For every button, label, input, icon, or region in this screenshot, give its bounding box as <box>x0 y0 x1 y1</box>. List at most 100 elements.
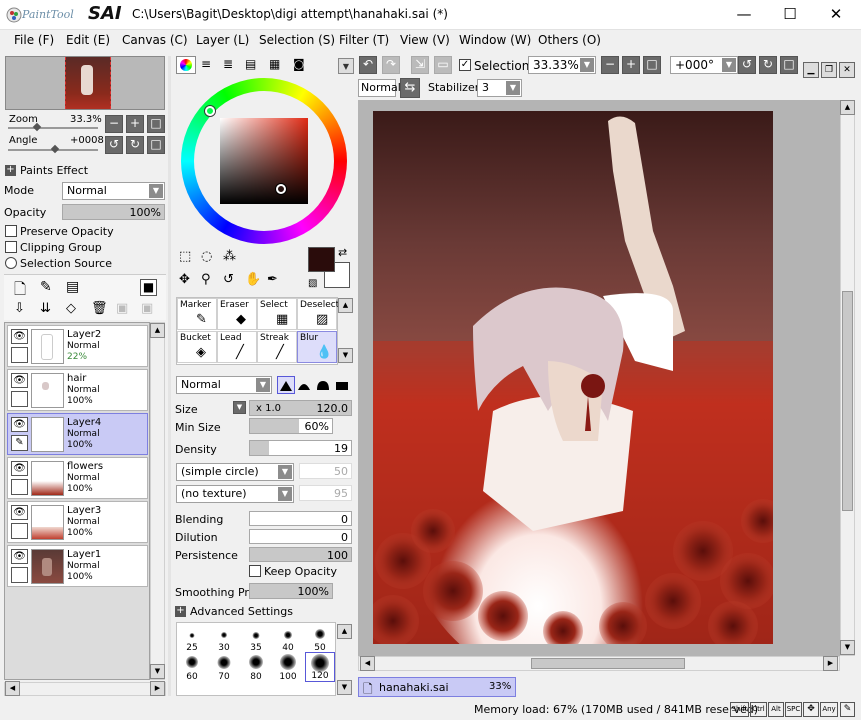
artwork-canvas[interactable] <box>373 111 773 644</box>
redo-button[interactable]: ↷ <box>382 56 400 74</box>
close-button[interactable]: ✕ <box>813 0 859 30</box>
menu-filter[interactable]: Filter (T) <box>339 33 389 47</box>
menu-view[interactable]: View (V) <box>400 33 450 47</box>
eye-icon[interactable]: 👁 <box>11 505 28 520</box>
swap-colors-icon[interactable]: ⇄ <box>338 246 347 259</box>
new-folder-icon[interactable]: ▤ <box>66 279 79 295</box>
maximize-button[interactable]: ☐ <box>767 0 813 30</box>
size-preset[interactable]: 100 <box>273 652 303 682</box>
size-preset[interactable]: 25 <box>177 623 207 653</box>
size-preset-selected[interactable]: 120 <box>305 652 335 682</box>
mdi-minimize-button[interactable]: ▁ <box>803 62 819 78</box>
brush-blend-mode-select[interactable]: Normal ▼ <box>176 376 272 394</box>
size-preset[interactable]: 50 <box>305 623 335 653</box>
invert-selection-button[interactable]: ▭ <box>434 56 452 74</box>
rotate-reset-button[interactable]: □ <box>147 136 165 154</box>
swatches-tab[interactable]: ▤ <box>245 57 256 71</box>
deselect-button[interactable]: ⇲ <box>411 56 429 74</box>
zoom-reset-button[interactable]: □ <box>147 115 165 133</box>
layer-panel-menu-button[interactable]: ■ <box>140 279 157 296</box>
tool-bucket[interactable]: Bucket ◈ <box>177 331 217 363</box>
mdi-close-button[interactable]: ✕ <box>839 62 855 78</box>
brush-shape-select[interactable]: (simple circle) ▼ <box>176 463 294 481</box>
canvas-rotate-right-button[interactable]: ↻ <box>759 56 777 74</box>
sizes-scroll-up-icon[interactable]: ▲ <box>337 624 352 639</box>
layer-item-layer4[interactable]: 👁 ✎ Layer4 Normal 100% <box>7 413 148 455</box>
rotate-tool-icon[interactable]: ↺ <box>223 272 234 287</box>
menu-file[interactable]: File (F) <box>14 33 54 47</box>
menu-layer[interactable]: Layer (L) <box>196 33 249 47</box>
hand-icon[interactable]: ✋ <box>245 272 261 287</box>
layer-lock-toggle[interactable] <box>11 391 28 407</box>
layer-lock-toggle[interactable] <box>11 479 28 495</box>
clear-layer-icon[interactable]: ◇ <box>66 301 76 316</box>
layer-item-layer1[interactable]: 👁 Layer1 Normal 100% <box>7 545 148 587</box>
color-wheel-tab[interactable] <box>176 56 196 74</box>
menu-others[interactable]: Others (O) <box>538 33 601 47</box>
zoom-in-button[interactable]: + <box>126 115 144 133</box>
canvas-zoom-in-button[interactable]: + <box>622 56 640 74</box>
dilution-slider[interactable]: 0 <box>249 529 352 544</box>
zoom-slider[interactable] <box>8 122 98 132</box>
size-preset[interactable]: 30 <box>209 623 239 653</box>
clipping-group-checkbox[interactable] <box>5 241 17 253</box>
brush-texture-select[interactable]: (no texture) ▼ <box>176 485 294 503</box>
canvas-zoom-out-button[interactable]: − <box>601 56 619 74</box>
eye-icon[interactable]: 👁 <box>11 417 28 432</box>
eye-icon[interactable]: 👁 <box>11 549 28 564</box>
density-slider[interactable]: 19 <box>249 440 352 456</box>
size-preset[interactable]: 70 <box>209 652 239 682</box>
brush-shape-sharp[interactable] <box>277 376 295 394</box>
hsv-slider-tab[interactable]: ≣ <box>223 57 233 71</box>
layer-lock-toggle[interactable] <box>11 523 28 539</box>
layer-item-layer3[interactable]: 👁 Layer3 Normal 100% <box>7 501 148 543</box>
canvas-rotate-left-button[interactable]: ↺ <box>738 56 756 74</box>
size-preset[interactable]: 80 <box>241 652 271 682</box>
canvas-mode-select[interactable]: Normal <box>358 79 401 97</box>
eyedropper-icon[interactable]: ✒ <box>267 272 278 287</box>
expand-icon[interactable]: + <box>5 165 16 176</box>
minimize-button[interactable]: — <box>721 0 767 30</box>
sizes-scroll-down-icon[interactable]: ▼ <box>337 680 352 695</box>
selection-source-radio[interactable] <box>5 257 17 269</box>
expand-icon[interactable]: + <box>175 606 186 617</box>
size-preset[interactable]: 60 <box>177 652 207 682</box>
shape-strength-slider[interactable]: 50 <box>299 463 352 479</box>
layer-item-flowers[interactable]: 👁 flowers Normal 100% <box>7 457 148 499</box>
navigator-preview[interactable] <box>5 56 165 110</box>
scroll-left-icon[interactable]: ◀ <box>5 681 20 696</box>
brush-shape-flat[interactable] <box>334 376 352 394</box>
eye-icon[interactable]: 👁 <box>11 329 28 344</box>
document-tab[interactable]: 🗋 hanahaki.sai 33% <box>358 677 516 697</box>
scroll-right-icon[interactable]: ▶ <box>150 681 165 696</box>
tool-deselect[interactable]: Deselect ▨ <box>297 298 339 330</box>
rect-select-icon[interactable]: ⬚ <box>179 249 191 264</box>
zoom-out-button[interactable]: − <box>105 115 123 133</box>
canvas-viewport[interactable] <box>358 100 840 656</box>
rotate-left-button[interactable]: ↺ <box>105 136 123 154</box>
texture-strength-slider[interactable]: 95 <box>299 485 352 501</box>
tool-marker[interactable]: Marker ✎ <box>177 298 217 330</box>
size-slider[interactable]: x 1.0 120.0 <box>249 400 352 416</box>
user-palette-tab[interactable]: ▦ <box>269 57 280 71</box>
layer-item-layer2[interactable]: 👁 Layer2 Normal 22% <box>7 325 148 367</box>
keep-opacity-checkbox[interactable] <box>249 565 261 577</box>
canvas-h-scrollbar[interactable] <box>358 656 840 671</box>
apply-mask-icon[interactable]: ▣ <box>116 301 128 316</box>
new-linework-layer-icon[interactable]: ✎ <box>40 279 52 295</box>
undo-button[interactable]: ↶ <box>359 56 377 74</box>
mask-icon[interactable]: ▣ <box>141 301 153 316</box>
size-multiplier-dropdown[interactable]: ▼ <box>233 401 246 414</box>
pencil-icon[interactable]: ✎ <box>11 435 28 451</box>
layer-lock-toggle[interactable] <box>11 347 28 363</box>
eye-icon[interactable]: 👁 <box>11 373 28 388</box>
rgb-slider-tab[interactable]: ≡ <box>201 57 211 71</box>
tool-streak[interactable]: Streak ╱ <box>257 331 297 363</box>
size-preset[interactable]: 35 <box>241 623 271 653</box>
advanced-settings-label[interactable]: Advanced Settings <box>190 605 293 618</box>
tool-lead[interactable]: Lead ╱ <box>217 331 257 363</box>
panel-splitter[interactable] <box>168 56 171 696</box>
tool-scroll-up-icon[interactable]: ▲ <box>338 298 353 313</box>
min-size-slider[interactable]: 60% <box>249 418 333 434</box>
delete-layer-icon[interactable]: 🗑 <box>91 301 108 316</box>
